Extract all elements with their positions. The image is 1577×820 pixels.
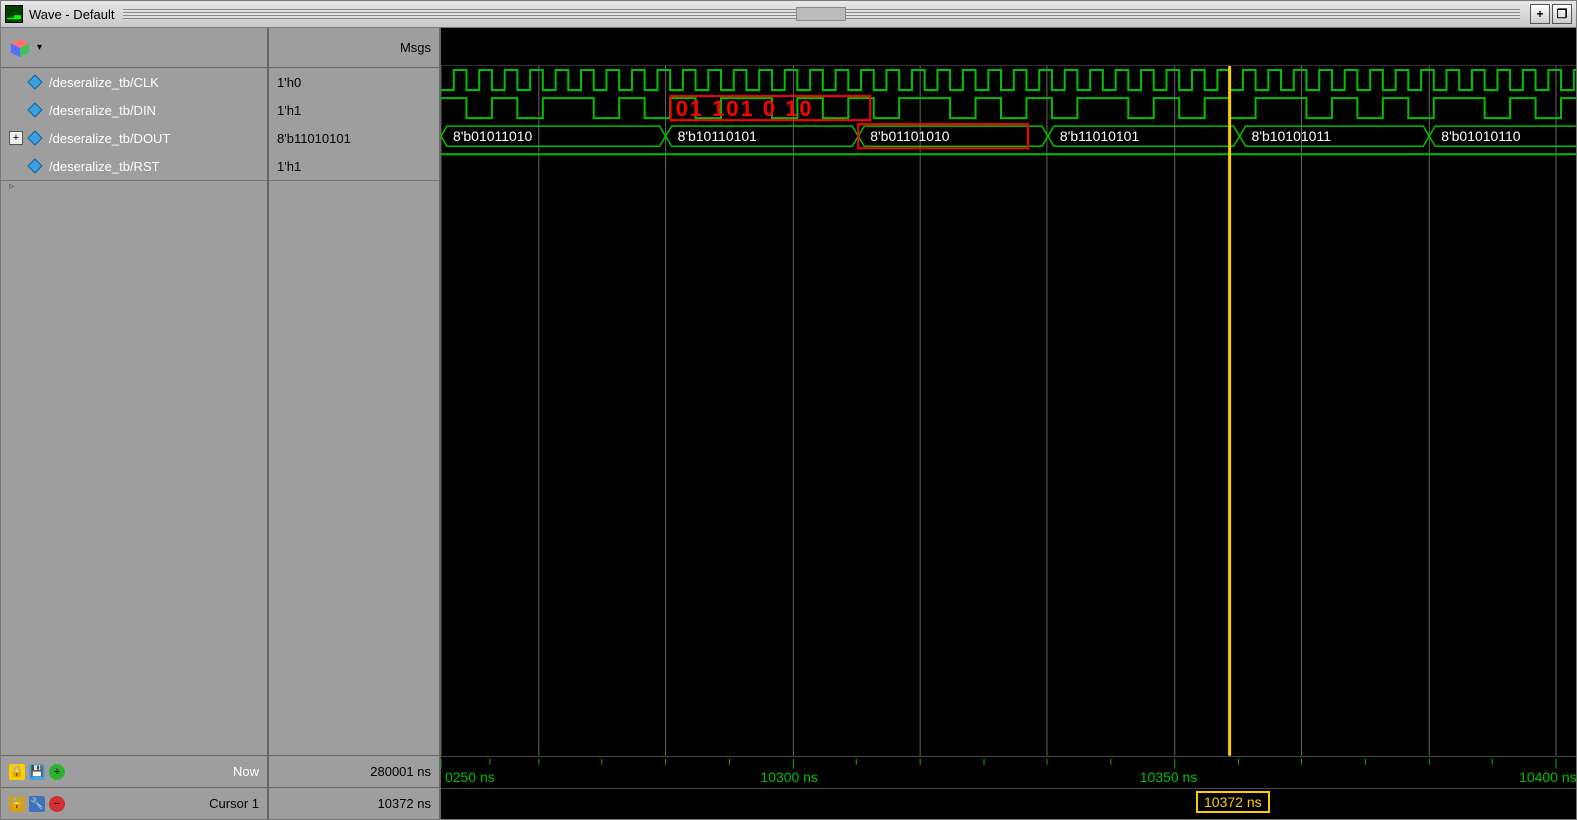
svg-text:8'b01011010: 8'b01011010 [453, 129, 533, 145]
signal-diamond-icon [27, 102, 43, 118]
signal-row-clk[interactable]: /deseralize_tb/CLK [1, 68, 267, 96]
titlebar-grip[interactable] [123, 9, 1521, 19]
svg-text:10400 ns: 10400 ns [1519, 771, 1576, 786]
svg-text:8'b10101011: 8'b10101011 [1252, 129, 1332, 145]
signal-name: /deseralize_tb/DOUT [49, 131, 170, 146]
signal-row-din[interactable]: /deseralize_tb/DIN [1, 96, 267, 124]
svg-text:8'b11010101: 8'b11010101 [1060, 129, 1140, 145]
collapse-indicator-icon[interactable]: ▹ [1, 181, 267, 192]
window-title: Wave - Default [29, 7, 115, 22]
svg-text:8'b10110101: 8'b10110101 [678, 129, 758, 145]
cursor-label: Cursor 1 [209, 796, 259, 811]
signal-value: 1'h1 [277, 159, 301, 174]
titlebar-maximize-button[interactable]: ❐ [1552, 4, 1572, 24]
signal-value: 1'h0 [277, 75, 301, 90]
svg-text:10300 ns: 10300 ns [760, 771, 818, 786]
now-value: 280001 ns [370, 764, 431, 779]
signal-row-rst[interactable]: /deseralize_tb/RST [1, 152, 267, 180]
signal-value-list[interactable]: 1'h0 1'h1 8'b11010101 1'h1 [269, 68, 439, 755]
layout-cube-icon[interactable] [9, 37, 31, 59]
titlebar-add-button[interactable]: + [1530, 4, 1550, 24]
now-label: Now [233, 764, 259, 779]
cursor-value: 10372 ns [378, 796, 432, 811]
add-icon[interactable]: + [49, 764, 65, 780]
wave-din [441, 99, 1576, 119]
main-panel: ▾ /deseralize_tb/CLK /deseralize_tb/DIN … [0, 28, 1577, 820]
svg-text:8'b01101010: 8'b01101010 [870, 129, 950, 145]
lock-icon[interactable]: 🔒 [9, 764, 25, 780]
waveform-area[interactable]: 8'b01011010 8'b10110101 8'b01101010 8'b1101… [441, 66, 1576, 756]
titlebar-dash [796, 7, 846, 21]
signal-values-column[interactable]: Msgs 1'h0 1'h1 8'b11010101 1'h1 280001 n… [269, 28, 441, 819]
waveform-column[interactable]: 8'b01011010 8'b10110101 8'b01101010 8'b1101… [441, 28, 1576, 819]
signal-row-dout[interactable]: + /deseralize_tb/DOUT [1, 124, 267, 152]
wave-dout: 8'b01011010 8'b10110101 8'b01101010 8'b1101… [441, 127, 1576, 147]
values-header: Msgs [269, 28, 439, 68]
signal-name: /deseralize_tb/CLK [49, 75, 159, 90]
window-titlebar[interactable]: ▁▃ Wave - Default + ❐ [0, 0, 1577, 28]
value-row-clk[interactable]: 1'h0 [269, 68, 439, 96]
value-row-dout[interactable]: 8'b11010101 [269, 124, 439, 152]
cursor-row[interactable]: 🔓 🔧 − Cursor 1 [1, 787, 267, 819]
now-value-cell: 280001 ns [269, 755, 439, 787]
signal-diamond-icon [27, 130, 43, 146]
waveform-svg[interactable]: 8'b01011010 8'b10110101 8'b01101010 8'b1101… [441, 66, 1576, 756]
wrench-icon[interactable]: 🔧 [29, 796, 45, 812]
wave-header [441, 28, 1576, 66]
signal-name-list[interactable]: /deseralize_tb/CLK /deseralize_tb/DIN + … [1, 68, 267, 755]
signal-names-column[interactable]: ▾ /deseralize_tb/CLK /deseralize_tb/DIN … [1, 28, 269, 819]
svg-text:10350 ns: 10350 ns [1140, 771, 1198, 786]
signal-value: 1'h1 [277, 103, 301, 118]
unlock-icon[interactable]: 🔓 [9, 796, 25, 812]
cursor-time-tag[interactable]: 10372 ns [1196, 791, 1270, 813]
disk-icon[interactable]: 💾 [29, 764, 45, 780]
remove-icon[interactable]: − [49, 796, 65, 812]
signal-value: 8'b11010101 [277, 131, 351, 146]
app-icon: ▁▃ [5, 5, 23, 23]
value-row-rst[interactable]: 1'h1 [269, 152, 439, 180]
cursor-ruler[interactable]: 10372 ns [441, 788, 1576, 819]
now-row[interactable]: 🔒 💾 + Now [1, 755, 267, 787]
svg-text:8'b01010110: 8'b01010110 [1441, 129, 1521, 145]
wave-clk [441, 70, 1576, 90]
grid [441, 66, 1556, 756]
annotation-bits: 01 101 0 10 [676, 97, 814, 122]
svg-text:0250 ns: 0250 ns [445, 771, 495, 786]
ruler-ticks: 0250 ns 10300 ns 10350 ns 10400 ns [441, 759, 1576, 785]
names-header[interactable]: ▾ [1, 28, 267, 68]
msgs-label: Msgs [400, 40, 431, 55]
value-row-din[interactable]: 1'h1 [269, 96, 439, 124]
expand-button[interactable]: + [9, 131, 23, 145]
signal-diamond-icon [27, 74, 43, 90]
signal-name: /deseralize_tb/DIN [49, 103, 156, 118]
cursor-value-cell: 10372 ns [269, 787, 439, 819]
chevron-down-icon[interactable]: ▾ [37, 42, 42, 53]
signal-diamond-icon [27, 158, 43, 174]
signal-name: /deseralize_tb/RST [49, 159, 160, 174]
time-ruler[interactable]: 0250 ns 10300 ns 10350 ns 10400 ns [441, 756, 1576, 788]
